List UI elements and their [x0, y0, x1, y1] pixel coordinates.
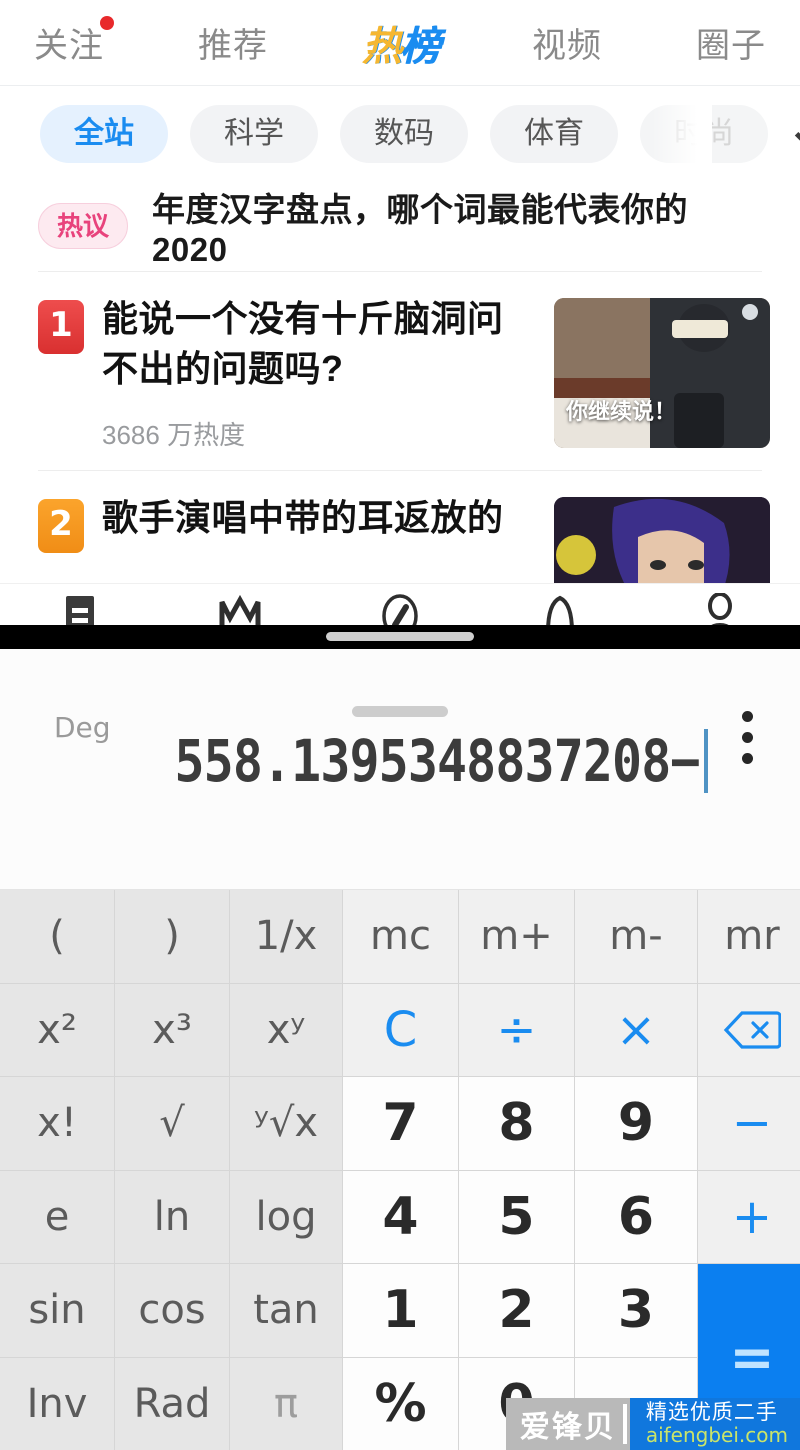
top-tab-rebang[interactable]: 热榜 [362, 14, 440, 72]
thumbnail-caption: 你继续说！ [566, 399, 677, 424]
key-factorial[interactable]: x! [0, 1077, 114, 1170]
background-feed-app: 关注 推荐 热榜 视频 圈子 全站 科学 数码 体育 时尚 热议 年度汉字盘点，… [0, 0, 800, 645]
key-sin[interactable]: sin [0, 1264, 114, 1357]
key-4[interactable]: 4 [343, 1170, 458, 1263]
kebab-dot [741, 711, 753, 722]
key-clear[interactable]: C [343, 983, 458, 1076]
chevron-down-icon[interactable] [796, 117, 800, 151]
rank-badge: 1 [38, 300, 84, 354]
chip-row-fade [652, 86, 712, 181]
kebab-dot [741, 732, 753, 743]
key-multiply[interactable]: × [575, 983, 697, 1076]
text-cursor [704, 729, 708, 793]
key-nth-root[interactable]: ʸ√x [230, 1077, 342, 1170]
key-cos[interactable]: cos [115, 1264, 229, 1357]
category-chip-row: 全站 科学 数码 体育 时尚 [0, 86, 800, 181]
calculator-panel: Deg 558.1395348837208− ( ) 1/x mc m+ m- … [0, 649, 800, 1450]
feed-heat: 3686 万热度 [102, 420, 246, 451]
key-divide[interactable]: ÷ [459, 983, 574, 1076]
key-3[interactable]: 3 [575, 1264, 697, 1357]
key-2[interactable]: 2 [459, 1264, 574, 1357]
kebab-dot [741, 753, 753, 764]
watermark-brand: 爱锋贝 [505, 1398, 630, 1450]
key-subtract[interactable]: − [698, 1077, 800, 1170]
hot-discussion-banner[interactable]: 热议 年度汉字盘点，哪个词最能代表你的2020 [0, 181, 800, 271]
key-radian-toggle[interactable]: Rad [115, 1357, 229, 1450]
hot-banner-title: 年度汉字盘点，哪个词最能代表你的2020 [152, 191, 689, 268]
key-inverse[interactable]: Inv [0, 1357, 114, 1450]
top-tab-label: 关注 [34, 26, 104, 66]
key-6[interactable]: 6 [575, 1170, 697, 1263]
calculator-keypad: ( ) 1/x mc m+ m- mr x² x³ xʸ C ÷ × x! √ … [0, 890, 800, 1450]
key-e[interactable]: e [0, 1170, 114, 1263]
screen-root: 关注 推荐 热榜 视频 圈子 全站 科学 数码 体育 时尚 热议 年度汉字盘点，… [0, 0, 800, 1450]
key-memory-recall[interactable]: mr [698, 890, 800, 983]
feed-thumbnail[interactable]: 你继续说！ [554, 298, 770, 448]
notification-dot-icon [100, 16, 114, 30]
top-tab-label: 热榜 [362, 23, 440, 70]
hot-tag-badge: 热议 [38, 203, 129, 249]
top-tab-guanzhu[interactable]: 关注 [34, 16, 114, 67]
rank-container: 1 [38, 294, 84, 452]
chip-kexue[interactable]: 科学 [190, 104, 318, 163]
feed-title: 能说一个没有十斤脑洞问不出的问题吗? [102, 298, 504, 389]
watermark-tagline: 精选优质二手 [645, 1401, 778, 1425]
key-9[interactable]: 9 [575, 1077, 697, 1170]
key-memory-subtract[interactable]: m- [575, 890, 697, 983]
kebab-menu-icon[interactable] [738, 711, 756, 764]
watermark: 爱锋贝 精选优质二手 aifengbei.com [505, 1398, 800, 1450]
system-gesture-bar [0, 625, 800, 649]
watermark-url: aifengbei.com [645, 1422, 788, 1447]
feed-body: 能说一个没有十斤脑洞问不出的问题吗? 3686 万热度 [102, 294, 536, 452]
key-memory-add[interactable]: m+ [459, 890, 574, 983]
key-8[interactable]: 8 [459, 1077, 574, 1170]
expression-container: 558.1395348837208− [89, 727, 708, 795]
chip-shuma[interactable]: 数码 [340, 104, 468, 163]
key-close-paren[interactable]: ) [115, 890, 229, 983]
key-memory-clear[interactable]: mc [343, 890, 458, 983]
key-square[interactable]: x² [0, 983, 114, 1076]
key-5[interactable]: 5 [459, 1170, 574, 1263]
feed-title: 歌手演唱中带的耳返放的 [102, 497, 504, 539]
key-7[interactable]: 7 [343, 1077, 458, 1170]
top-tab-bar: 关注 推荐 热榜 视频 圈子 [0, 0, 800, 85]
key-cube[interactable]: x³ [115, 983, 229, 1076]
backspace-icon [723, 1010, 781, 1050]
key-tan[interactable]: tan [230, 1264, 342, 1357]
key-open-paren[interactable]: ( [0, 890, 114, 983]
drag-handle-icon[interactable] [352, 706, 448, 717]
home-indicator-icon[interactable] [326, 632, 474, 641]
rank-badge: 2 [38, 499, 84, 554]
chip-tiyu[interactable]: 体育 [490, 104, 618, 163]
key-pi[interactable]: π [230, 1357, 342, 1450]
key-percent[interactable]: % [343, 1357, 458, 1450]
key-1[interactable]: 1 [343, 1264, 458, 1357]
key-reciprocal[interactable]: 1/x [230, 890, 342, 983]
key-log[interactable]: log [230, 1170, 342, 1263]
key-backspace[interactable] [698, 983, 800, 1076]
top-tab-tuijian[interactable]: 推荐 [198, 18, 268, 67]
calculator-display[interactable]: Deg 558.1395348837208− [0, 649, 800, 890]
top-tab-quanzi[interactable]: 圈子 [696, 18, 766, 67]
key-square-root[interactable]: √ [115, 1077, 229, 1170]
key-power[interactable]: xʸ [230, 983, 342, 1076]
expression-text: 558.1395348837208− [174, 727, 701, 795]
key-add[interactable]: + [698, 1170, 800, 1263]
watermark-info: 精选优质二手 aifengbei.com [629, 1398, 800, 1450]
top-tab-shipin[interactable]: 视频 [532, 18, 602, 67]
feed-item-1[interactable]: 1 能说一个没有十斤脑洞问不出的问题吗? 3686 万热度 你继续说！ [0, 272, 800, 470]
key-natural-log[interactable]: ln [115, 1170, 229, 1263]
chip-quanzhan[interactable]: 全站 [40, 104, 168, 163]
